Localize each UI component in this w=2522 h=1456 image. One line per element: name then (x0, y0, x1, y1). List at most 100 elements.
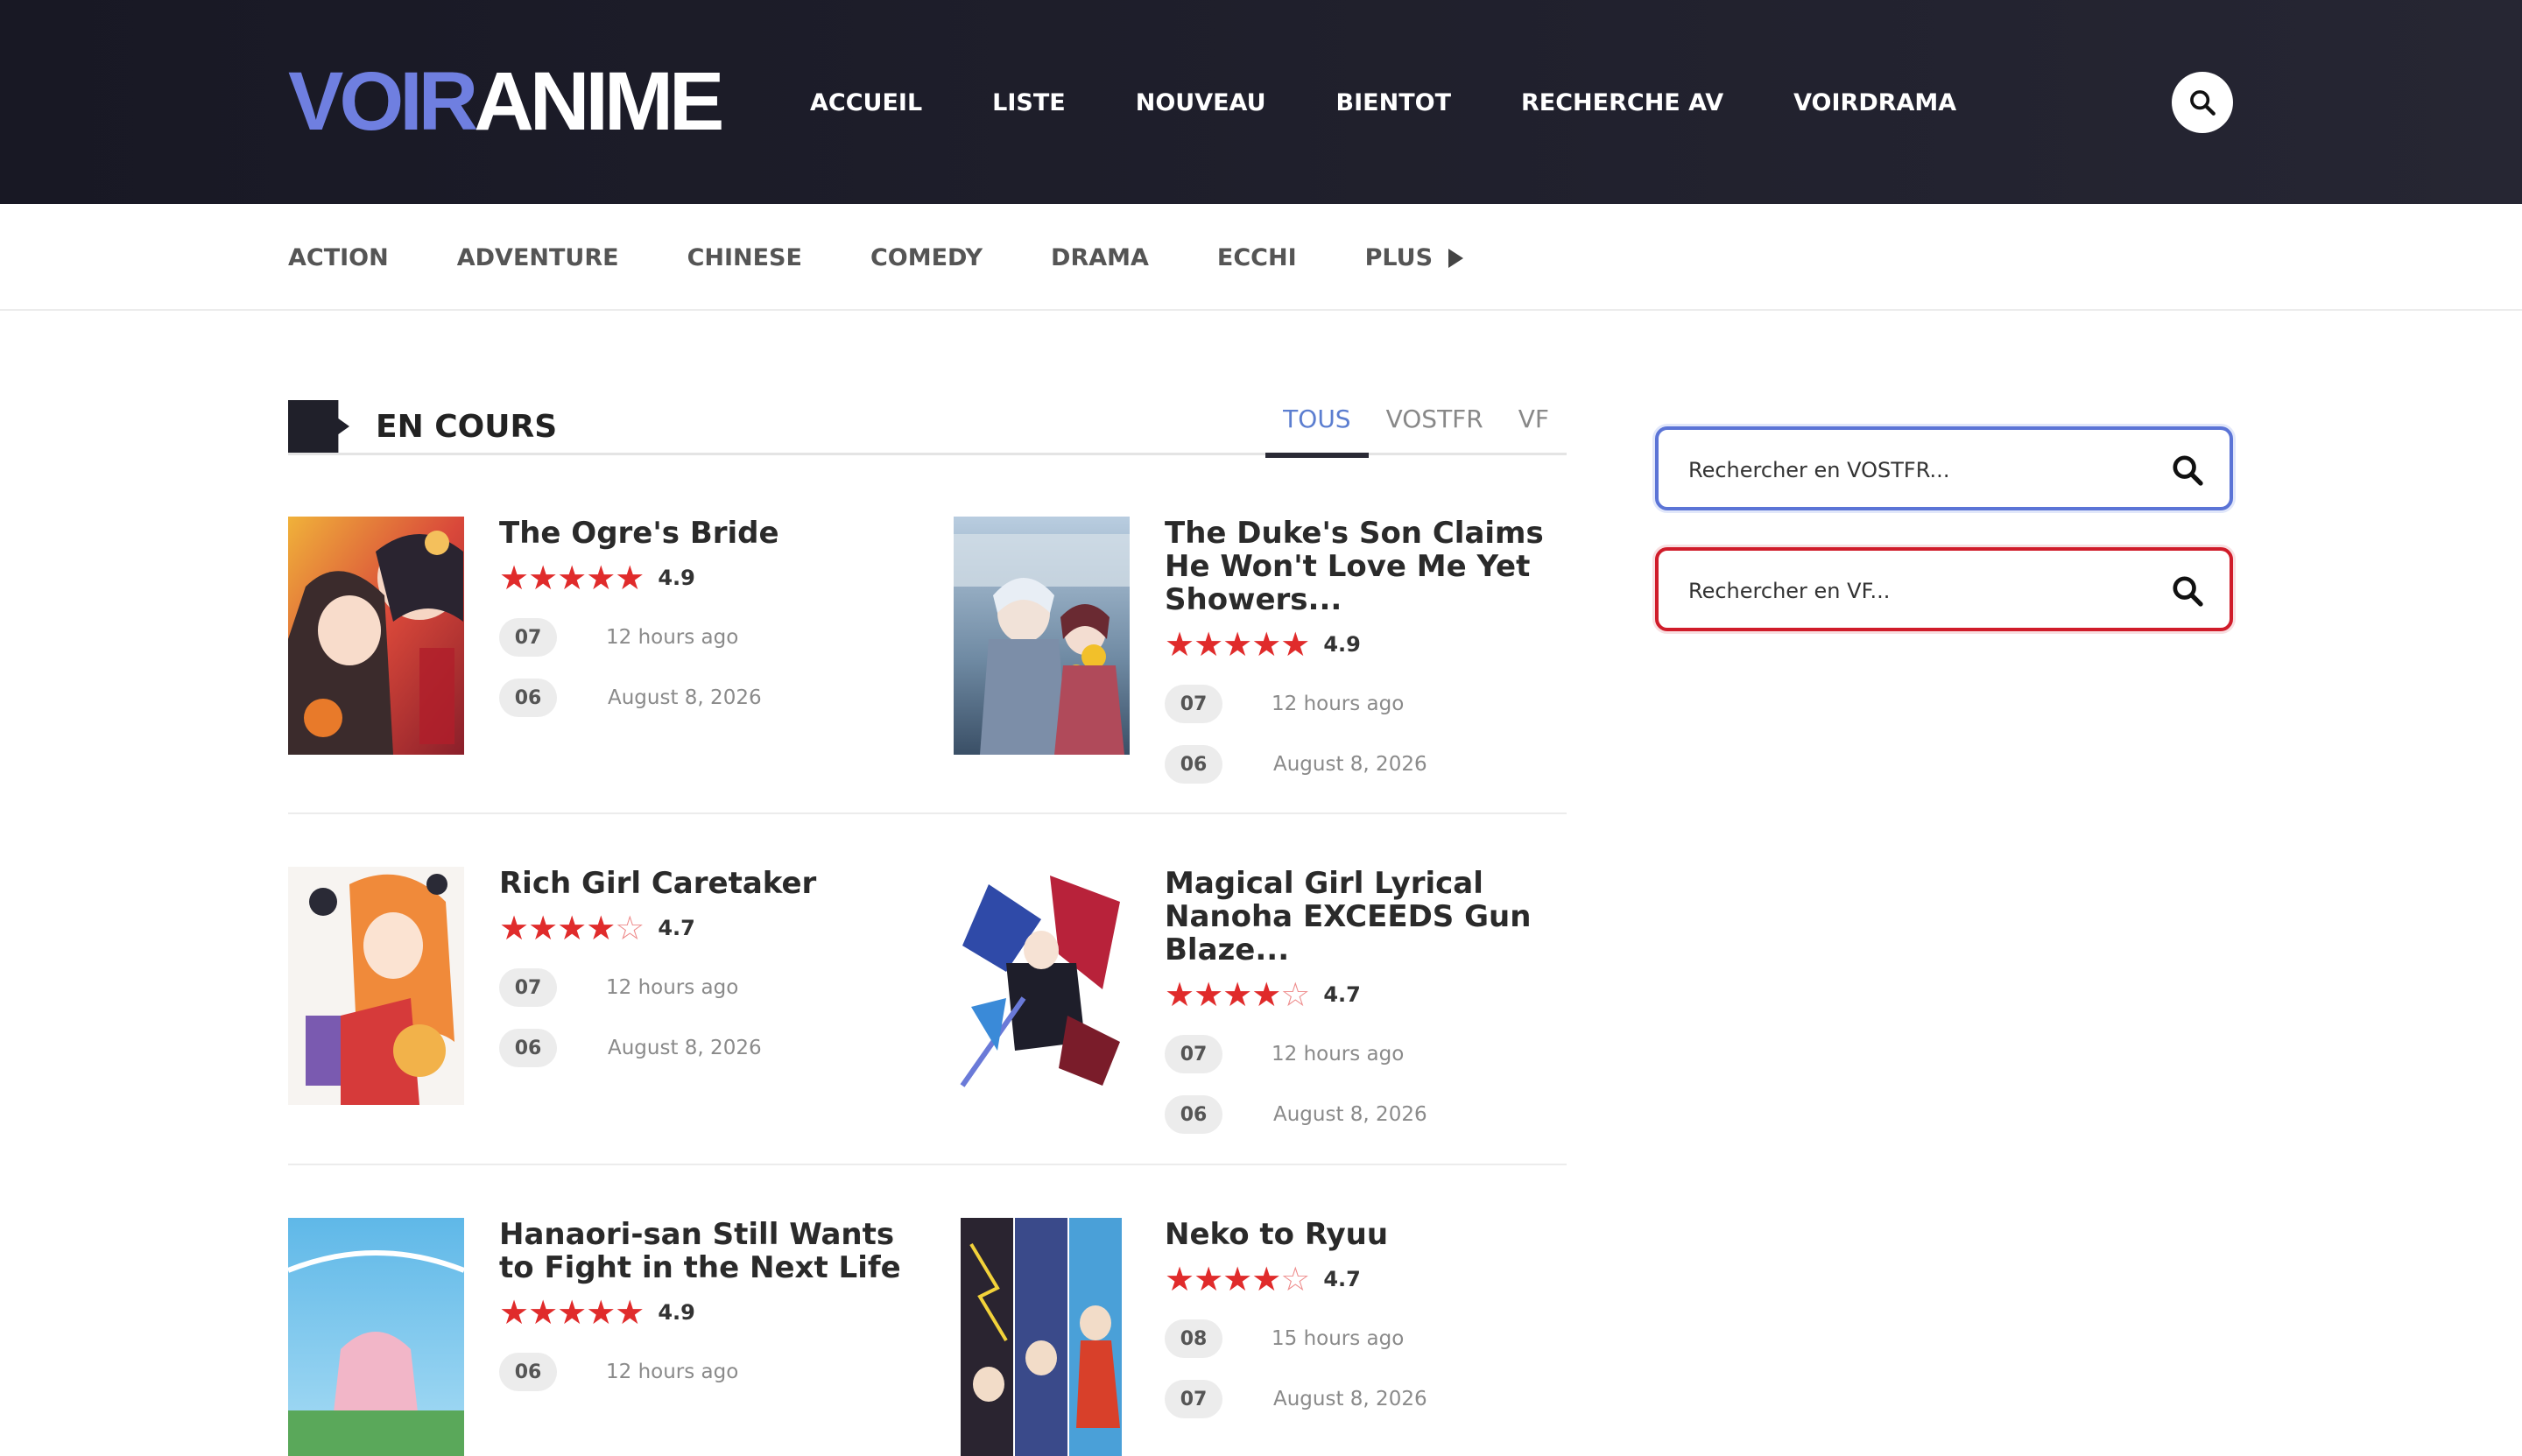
tab-vf[interactable]: VF (1501, 398, 1567, 455)
anime-title[interactable]: Hanaori-san Still Wants to Fight in the … (499, 1218, 911, 1284)
card-body: Rich Girl Caretaker ★★★★☆ 4.7 07 12 hour… (499, 867, 911, 1067)
episode-badge[interactable]: 06 (499, 1029, 557, 1067)
episode-row: 07 August 8, 2026 (1165, 1380, 1576, 1418)
rating-value: 4.7 (1323, 982, 1361, 1007)
episode-row: 07 12 hours ago (499, 968, 911, 1007)
episode-badge[interactable]: 08 (1165, 1319, 1222, 1358)
episode-time: 12 hours ago (606, 626, 739, 649)
nav-item-liste[interactable]: LISTE (992, 83, 1066, 123)
logo-part-anime: ANIME (474, 55, 724, 148)
main-nav: ACCUEIL LISTE NOUVEAU BIENTOT RECHERCHE … (810, 83, 2026, 123)
search-vostfr-input[interactable] (1688, 453, 2144, 488)
genre-more-label: PLUS (1364, 244, 1434, 271)
star-rating-icon: ★★★★★ (1165, 625, 1310, 664)
anime-card[interactable]: Hanaori-san Still Wants to Fight in the … (288, 1218, 901, 1456)
rating-row: ★★★★★ 4.9 (499, 1295, 911, 1330)
genre-bar: ACTION ADVENTURE CHINESE COMEDY DRAMA EC… (0, 204, 2522, 311)
genre-more-button[interactable]: PLUS (1364, 239, 1464, 278)
triangle-right-icon (1448, 249, 1464, 268)
search-vostfr-box (1655, 426, 2233, 510)
episode-badge[interactable]: 06 (1165, 1095, 1222, 1134)
site-logo[interactable]: VOIRANIME (288, 55, 724, 148)
site-header: VOIRANIME ACCUEIL LISTE NOUVEAU BIENTOT … (0, 0, 2522, 204)
episode-row: 07 12 hours ago (1165, 1035, 1576, 1073)
episode-time: 15 hours ago (1272, 1327, 1405, 1350)
nav-item-bientot[interactable]: BIENTOT (1336, 83, 1451, 123)
search-icon[interactable] (2170, 453, 2205, 488)
anime-poster[interactable] (954, 1218, 1130, 1456)
episode-row: 06 August 8, 2026 (499, 1029, 911, 1067)
genre-action[interactable]: ACTION (288, 239, 389, 278)
nav-item-recherche-av[interactable]: RECHERCHE AV (1521, 83, 1723, 123)
anime-title[interactable]: Rich Girl Caretaker (499, 867, 911, 900)
anime-card[interactable]: The Ogre's Bride ★★★★★ 4.9 07 12 hours a… (288, 517, 901, 755)
rating-value: 4.7 (658, 916, 695, 940)
star-rating-icon: ★★★★★ (499, 1293, 645, 1332)
episode-time: August 8, 2026 (1273, 1388, 1427, 1410)
episode-badge[interactable]: 06 (499, 679, 557, 717)
filter-tabs: TOUS VOSTFR VF (1265, 398, 1567, 458)
anime-title[interactable]: The Duke's Son Claims He Won't Love Me Y… (1165, 517, 1576, 616)
card-body: Magical Girl Lyrical Nanoha EXCEEDS Gun … (1165, 867, 1576, 1134)
nav-item-nouveau[interactable]: NOUVEAU (1136, 83, 1266, 123)
episode-row: 06 August 8, 2026 (499, 679, 911, 717)
episode-badge[interactable]: 06 (1165, 745, 1222, 784)
episode-row: 06 12 hours ago (499, 1353, 911, 1391)
genre-adventure[interactable]: ADVENTURE (457, 239, 619, 278)
genre-ecchi[interactable]: ECCHI (1217, 239, 1297, 278)
episode-row: 06 August 8, 2026 (1165, 745, 1576, 784)
episode-time: 12 hours ago (606, 976, 739, 999)
episode-badge[interactable]: 06 (499, 1353, 557, 1391)
tab-tous[interactable]: TOUS (1265, 398, 1370, 458)
rating-row: ★★★★★ 4.9 (1165, 627, 1576, 662)
header-search-button[interactable] (2172, 72, 2233, 133)
section-title: EN COURS (376, 409, 558, 445)
card-body: The Duke's Son Claims He Won't Love Me Y… (1165, 517, 1576, 784)
logo-part-voir: VOIR (288, 55, 478, 148)
search-vf-input[interactable] (1688, 573, 2144, 608)
rating-value: 4.9 (658, 566, 695, 590)
star-rating-icon: ★★★★☆ (1165, 1260, 1310, 1298)
episode-badge[interactable]: 07 (499, 618, 557, 657)
anime-title[interactable]: Magical Girl Lyrical Nanoha EXCEEDS Gun … (1165, 867, 1576, 967)
episode-badge[interactable]: 07 (1165, 1380, 1222, 1418)
anime-poster[interactable] (954, 867, 1130, 1105)
genre-chinese[interactable]: CHINESE (687, 239, 802, 278)
genre-drama[interactable]: DRAMA (1051, 239, 1149, 278)
genre-list: ACTION ADVENTURE CHINESE COMEDY DRAMA EC… (288, 239, 1464, 278)
rating-value: 4.7 (1323, 1267, 1361, 1291)
nav-item-voirdrama[interactable]: VOIRDRAMA (1793, 83, 1956, 123)
episode-row: 07 12 hours ago (1165, 685, 1576, 723)
rating-value: 4.9 (1323, 632, 1361, 657)
rating-row: ★★★★☆ 4.7 (1165, 977, 1576, 1012)
genre-comedy[interactable]: COMEDY (870, 239, 983, 278)
tab-vostfr[interactable]: VOSTFR (1369, 398, 1501, 455)
nav-item-accueil[interactable]: ACCUEIL (810, 83, 922, 123)
rating-row: ★★★★☆ 4.7 (499, 911, 911, 946)
anime-poster[interactable] (954, 517, 1130, 755)
episode-time: August 8, 2026 (608, 1037, 762, 1059)
anime-title[interactable]: Neko to Ryuu (1165, 1218, 1576, 1251)
episode-time: August 8, 2026 (1273, 753, 1427, 776)
episode-row: 06 August 8, 2026 (1165, 1095, 1576, 1134)
anime-card[interactable]: Rich Girl Caretaker ★★★★☆ 4.7 07 12 hour… (288, 867, 901, 1105)
anime-poster[interactable] (288, 867, 464, 1105)
section-header: EN COURS TOUS VOSTFR VF (288, 398, 1567, 458)
anime-title[interactable]: The Ogre's Bride (499, 517, 911, 550)
anime-card[interactable]: Magical Girl Lyrical Nanoha EXCEEDS Gun … (954, 867, 1567, 1134)
episode-badge[interactable]: 07 (1165, 685, 1222, 723)
rating-value: 4.9 (658, 1300, 695, 1325)
search-icon[interactable] (2170, 573, 2205, 608)
search-icon (2190, 90, 2216, 116)
anime-card[interactable]: The Duke's Son Claims He Won't Love Me Y… (954, 517, 1567, 784)
anime-poster[interactable] (288, 1218, 464, 1456)
episode-badge[interactable]: 07 (1165, 1035, 1222, 1073)
search-vf-box (1655, 547, 2233, 631)
episode-badge[interactable]: 07 (499, 968, 557, 1007)
anime-poster[interactable] (288, 517, 464, 755)
row-divider (288, 1164, 1567, 1165)
episode-time: August 8, 2026 (1273, 1103, 1427, 1126)
rating-row: ★★★★★ 4.9 (499, 560, 911, 595)
anime-card[interactable]: Neko to Ryuu ★★★★☆ 4.7 08 15 hours ago 0… (954, 1218, 1567, 1456)
star-rating-icon: ★★★★★ (499, 559, 645, 597)
